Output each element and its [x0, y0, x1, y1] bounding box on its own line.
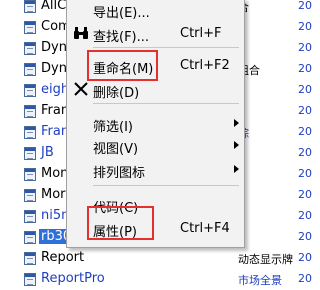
list-item-name: Fran [41, 103, 70, 118]
list-item-date: 20 [298, 20, 312, 33]
list-item-date: 20 [298, 230, 312, 243]
list-item-name: Mon [41, 166, 69, 181]
list-item-name: Mor [41, 187, 66, 202]
file-icon [24, 105, 36, 118]
list-item-name: AllC [41, 0, 67, 13]
list-item-date: 20 [298, 125, 312, 138]
menu-item-delete[interactable]: 删除(D) [67, 79, 244, 101]
list-item-name: JB [41, 145, 54, 160]
list-item-date: 20 [298, 209, 312, 222]
menu-item-export[interactable]: 导出(E)... [67, 0, 244, 21]
menu-separator [93, 185, 239, 186]
file-icon [24, 273, 36, 286]
list-item-date: 20 [298, 83, 312, 96]
file-icon [24, 252, 36, 265]
menu-separator [93, 103, 239, 104]
list-item-name: Dyn [41, 61, 67, 76]
menu-item-properties-shortcut: Ctrl+F4 [180, 221, 230, 236]
submenu-arrow-icon [234, 165, 239, 173]
menu-item-find-label: 查找(F)... [93, 30, 150, 45]
menu-item-find-shortcut: Ctrl+F [180, 26, 222, 41]
list-item-name: Report [41, 250, 85, 265]
list-item-date: 20 [298, 188, 312, 201]
file-icon [24, 21, 36, 34]
list-item-date: 20 [298, 272, 312, 285]
file-icon [24, 126, 36, 139]
rename-highlight-box [87, 50, 158, 81]
list-item-name: Dyn [41, 40, 67, 55]
file-icon [24, 231, 36, 244]
list-item-name: eigh [41, 82, 70, 97]
menu-item-arrange-icons[interactable]: 排列图标 [67, 159, 244, 181]
file-icon [24, 0, 36, 13]
list-item-date: 20 [298, 167, 312, 180]
delete-x-icon [73, 81, 89, 97]
list-item[interactable]: Report 动态显示牌 20 [0, 248, 320, 269]
file-icon [24, 84, 36, 97]
file-icon [24, 42, 36, 55]
file-icon [24, 210, 36, 223]
list-item-description: 动态显示牌 [238, 253, 293, 266]
list-item-date: 20 [298, 251, 312, 264]
context-menu: 导出(E)... 查找(F)... Ctrl+F 重命名(M) Ctrl+F2 … [66, 0, 245, 248]
binoculars-icon [73, 25, 89, 41]
properties-highlight-box [87, 206, 154, 240]
file-icon [24, 189, 36, 202]
submenu-arrow-icon [234, 119, 239, 127]
menu-item-arrange-icons-label: 排列图标 [93, 166, 146, 181]
list-item-date: 20 [298, 0, 312, 12]
list-item-date: 20 [298, 104, 312, 117]
menu-item-view-label: 视图(V) [93, 142, 139, 157]
menu-item-find[interactable]: 查找(F)... Ctrl+F [67, 23, 244, 45]
menu-item-export-label: 导出(E)... [93, 6, 150, 21]
list-item-date: 20 [298, 62, 312, 75]
menu-separator [93, 47, 239, 48]
list-item-name: ReportPro [41, 271, 105, 286]
menu-item-filter[interactable]: 筛选(I) [67, 113, 244, 135]
list-item[interactable]: ReportPro 市场全景 20 [0, 269, 320, 290]
file-icon [24, 63, 36, 76]
menu-item-delete-label: 删除(D) [93, 86, 140, 101]
list-item-name: Fran [41, 124, 70, 139]
submenu-arrow-icon [234, 141, 239, 149]
menu-item-rename-shortcut: Ctrl+F2 [180, 58, 230, 73]
list-item-date: 20 [298, 41, 312, 54]
file-icon [24, 147, 36, 160]
menu-item-view[interactable]: 视图(V) [67, 135, 244, 157]
menu-item-filter-label: 筛选(I) [93, 120, 133, 135]
file-icon [24, 168, 36, 181]
list-item-date: 20 [298, 146, 312, 159]
